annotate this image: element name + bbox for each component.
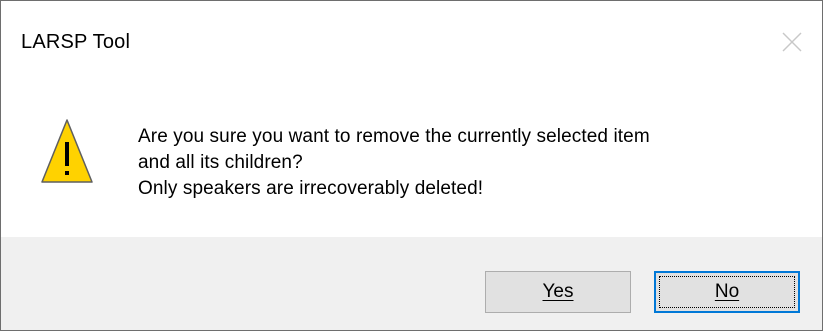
message-line: Only speakers are irrecoverably deleted! <box>138 178 484 199</box>
no-button-label: No <box>714 281 740 302</box>
yes-button-label: Yes <box>542 281 574 302</box>
message-line: and all its children? <box>138 152 303 173</box>
message-line: Are you sure you want to remove the curr… <box>138 126 650 147</box>
button-footer: Yes No <box>1 237 822 330</box>
yes-button[interactable]: Yes <box>485 271 631 313</box>
title-bar: LARSP Tool <box>1 1 822 81</box>
close-button[interactable] <box>762 15 822 69</box>
warning-icon <box>41 119 93 183</box>
message-box-dialog: LARSP Tool Are you sure you want to remo… <box>0 0 823 331</box>
message-text: Are you sure you want to remove the curr… <box>138 124 650 202</box>
close-icon <box>782 32 802 52</box>
window-title: LARSP Tool <box>21 31 131 53</box>
no-button[interactable]: No <box>654 271 800 313</box>
